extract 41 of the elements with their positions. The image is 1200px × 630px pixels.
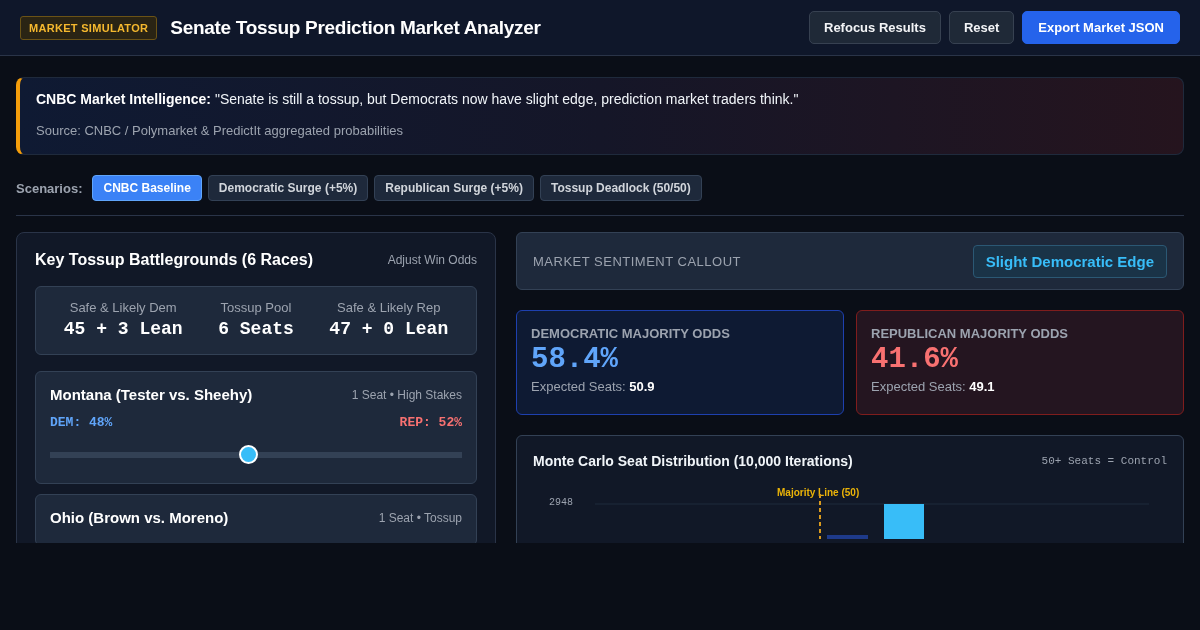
odds-title: REPUBLICAN MAJORITY ODDS: [871, 326, 1069, 341]
sentiment-badge: Slight Democratic Edge: [972, 244, 1167, 278]
header-button[interactable]: Export Market JSON: [1022, 11, 1180, 44]
summary-label: Safe & Likely Rep: [337, 300, 441, 315]
header-button[interactable]: Refocus Results: [809, 11, 941, 44]
dem-odds: DEM: 48%: [50, 415, 113, 430]
panel-title: Key Tossup Battlegrounds (6 Races): [35, 251, 313, 269]
scenario-button[interactable]: CNBC Baseline: [92, 175, 202, 201]
callout-quote: CNBC Market Intelligence: "Senate is still a tossup, but Democrats now have slight edge, prediction market traders think.": [36, 91, 800, 107]
panel-hint: Adjust Win Odds: [387, 253, 477, 267]
summary-label: Tossup Pool: [220, 300, 292, 315]
summary-value: 6 Seats: [218, 319, 294, 339]
scenarios-label: Scenarios:: [16, 180, 83, 196]
expected-seats: Expected Seats: 49.1: [871, 379, 1169, 394]
chart-note: 50+ Seats = Control: [1041, 455, 1167, 467]
race-meta: 1 Seat • High Stakes: [351, 387, 462, 402]
race-meta: 1 Seat • Tossup: [378, 510, 462, 525]
chart-title: Monte Carlo Seat Distribution (10,000 Iterations): [533, 453, 853, 469]
summary-value: 47 + 0 Lean: [329, 319, 449, 339]
odds-value: 41.6%: [871, 343, 959, 376]
axis-tick-label: 2948: [549, 497, 573, 508]
summary-label: Safe & Likely Dem: [69, 300, 177, 315]
callout-source: Source: CNBC / Polymarket & PredictIt aggregated probabilities: [36, 123, 405, 138]
scenario-button[interactable]: Republican Surge (+5%): [374, 175, 534, 201]
race-name: Ohio (Brown vs. Moreno): [50, 509, 229, 526]
histogram-bar: [884, 504, 924, 539]
scenario-button[interactable]: Democratic Surge (+5%): [207, 175, 369, 201]
sentiment-label: MARKET SENTIMENT CALLOUT: [533, 253, 741, 269]
expected-seats: Expected Seats: 50.9: [531, 379, 829, 394]
rep-odds: REP: 52%: [399, 415, 462, 430]
scenario-button[interactable]: Tossup Deadlock (50/50): [539, 175, 702, 201]
page-title: Senate Tossup Prediction Market Analyzer: [170, 16, 541, 39]
header-button[interactable]: Reset: [948, 11, 1015, 44]
histogram-bar: [827, 535, 868, 539]
summary-value: 45 + 3 Lean: [63, 319, 183, 339]
slider-thumb[interactable]: [238, 445, 258, 464]
simulator-badge: MARKET SIMULATOR: [20, 15, 158, 40]
odds-value: 58.4%: [531, 343, 619, 376]
race-name: Montana (Tester vs. Sheehy): [50, 386, 253, 403]
majority-line: [819, 493, 821, 539]
odds-title: DEMOCRATIC MAJORITY ODDS: [531, 326, 731, 341]
